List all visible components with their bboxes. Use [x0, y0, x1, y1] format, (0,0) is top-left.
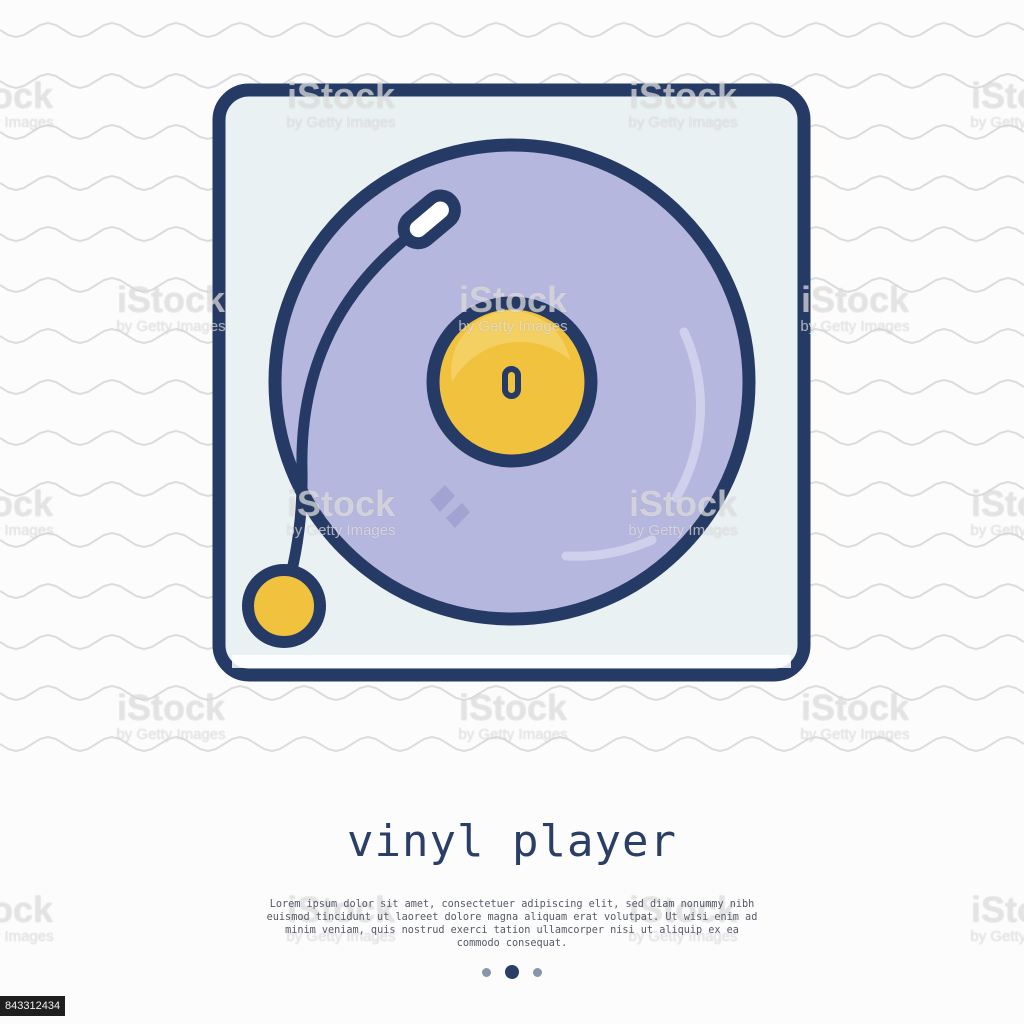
stock-id-label: 843312434 [0, 996, 66, 1016]
pagination-dots [0, 960, 1024, 984]
illustration-title: vinyl player [347, 816, 677, 867]
illustration-canvas: iStock by Getty Images iStock by Getty Ima… [0, 0, 1024, 1024]
tonearm-counterweight [242, 564, 326, 648]
turntable-base-shadow [232, 655, 791, 668]
pagination-dot-active [505, 965, 519, 979]
spindle-icon [502, 366, 521, 399]
pagination-dot [533, 967, 542, 977]
pagination-dot [482, 967, 491, 977]
illustration-description: Lorem ipsum dolor sit amet, consectetuer… [266, 899, 758, 949]
